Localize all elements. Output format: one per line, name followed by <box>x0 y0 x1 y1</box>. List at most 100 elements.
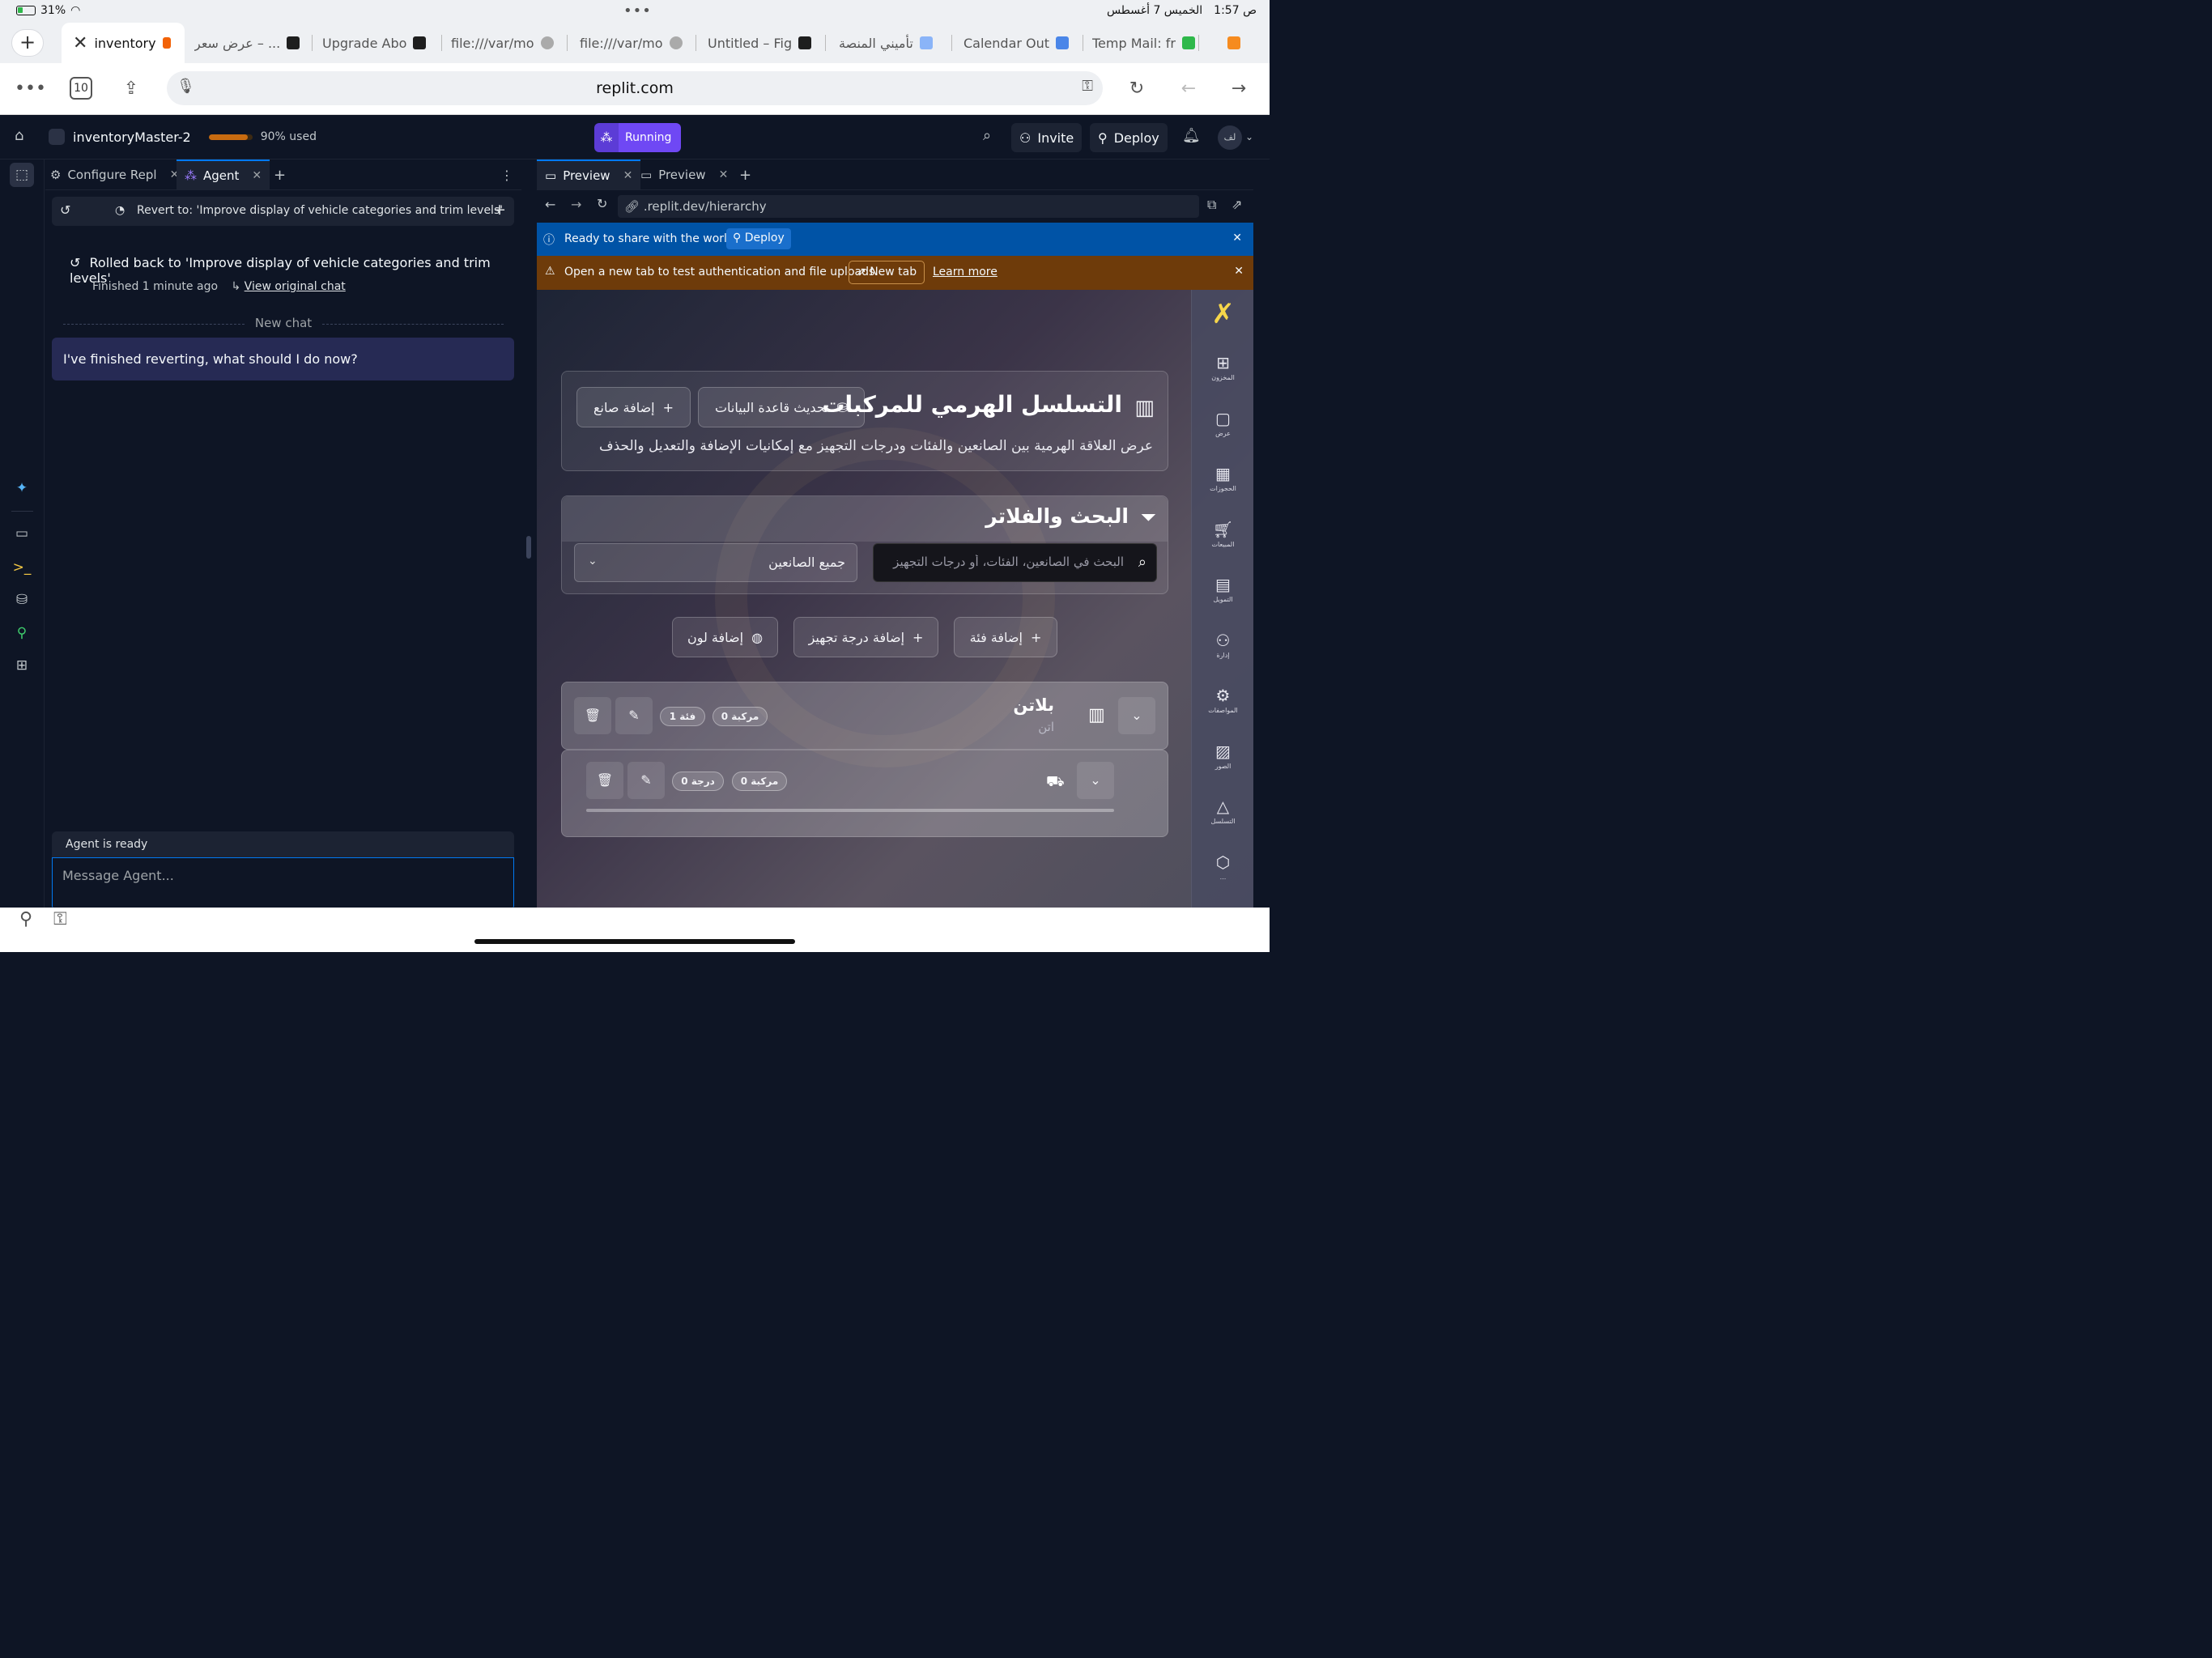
close-icon[interactable]: ✕ <box>719 168 729 181</box>
sidebar-item-4[interactable]: ▤ التمويل <box>1192 575 1253 603</box>
location-pin-icon[interactable]: ⚲ <box>19 909 32 929</box>
close-icon[interactable]: ✕ <box>1232 232 1242 244</box>
all-tools-icon[interactable]: ⊞ <box>10 653 34 678</box>
browser-tab[interactable]: تأميني المنصة <box>839 23 952 63</box>
new-tab-button[interactable]: ⇗ New tab <box>849 261 925 284</box>
reload-icon[interactable]: ↻ <box>597 196 607 211</box>
sidebar-item-1[interactable]: ▢ عرض <box>1192 409 1253 437</box>
sidebar-item-6[interactable]: ⚙ المواصفات <box>1192 686 1253 714</box>
run-button[interactable]: ⁂ Running <box>594 123 682 152</box>
chevron-down-icon[interactable]: ⌄ <box>1245 131 1253 142</box>
tab-configure-repl[interactable]: ⚙ Configure Repl ✕ <box>50 159 179 190</box>
shield-favicon-icon <box>919 36 933 49</box>
filters-title: البحث والفلاتر <box>985 504 1129 528</box>
file-tree-icon[interactable]: ⬚ <box>10 163 34 187</box>
home-icon[interactable]: ⌂ <box>15 127 23 144</box>
browser-tab[interactable]: عرض سعر – ... <box>194 23 313 63</box>
banner-deploy-button[interactable]: ⚲ Deploy <box>726 228 791 249</box>
key-icon[interactable]: ⚿ <box>1082 78 1093 95</box>
browser-tab[interactable]: Calendar Out <box>963 23 1083 63</box>
database-icon[interactable]: ⛁ <box>10 588 34 612</box>
revert-text[interactable]: Revert to: 'Improve display of vehicle c… <box>137 204 503 217</box>
auth-warning-text: Open a new tab to test authentication an… <box>564 266 878 278</box>
add-color-button[interactable]: إضافة لون ◍ <box>672 617 778 657</box>
address-bar[interactable]: 🎙︎ replit.com ⚿ <box>167 71 1103 105</box>
close-icon[interactable]: ✕ <box>1234 265 1244 278</box>
pane-resize-handle[interactable] <box>526 536 531 559</box>
avatar[interactable]: لف <box>1218 125 1242 150</box>
back-arrow-icon[interactable]: ← <box>545 197 555 212</box>
calendar-favicon-icon <box>1056 36 1070 49</box>
delete-category-button[interactable]: 🗑︎ <box>586 762 623 799</box>
sidebar-item-9[interactable]: ⬡... <box>1192 852 1253 881</box>
history-icon[interactable]: ↺ <box>60 202 70 218</box>
agent-icon[interactable]: ✦ <box>10 476 34 500</box>
app-logo[interactable]: ✗ <box>1192 296 1253 332</box>
sidebar-item-2[interactable]: ▦ الحجوزات <box>1192 464 1253 492</box>
browser-tab-inventory[interactable]: ✕ inventory <box>62 23 185 63</box>
forward-arrow-icon[interactable]: → <box>571 197 581 212</box>
multitask-dots[interactable]: ••• <box>623 2 652 19</box>
close-tab-icon[interactable]: ✕ <box>73 33 87 53</box>
tab-count-button[interactable]: 10 <box>70 77 92 100</box>
add-tab-button[interactable]: + <box>274 159 286 190</box>
add-tab-button[interactable]: + <box>739 159 751 190</box>
preview-icon[interactable]: ▭ <box>10 521 34 546</box>
maker-select[interactable]: جميع الصانعين ⌄ <box>574 543 857 582</box>
edit-maker-button[interactable]: ✎ <box>615 697 653 734</box>
project-name[interactable]: inventoryMaster-2 <box>73 130 191 145</box>
delete-maker-button[interactable]: 🗑︎ <box>574 697 611 734</box>
reload-icon[interactable]: ↻ <box>1122 74 1151 104</box>
refresh-database-button[interactable]: تحديث قاعدة البيانات ⛁ <box>698 387 865 427</box>
share-icon[interactable]: ⇪ <box>117 74 146 104</box>
sidebar-item-7[interactable]: ▨ الصور <box>1192 742 1253 770</box>
expand-category-button[interactable]: ⌄ <box>1077 762 1114 799</box>
browser-tab[interactable]: file:///var/mo <box>580 23 696 63</box>
close-icon[interactable]: ✕ <box>623 169 633 182</box>
more-vertical-icon[interactable]: ⋮ <box>500 159 513 190</box>
browser-tab[interactable] <box>1227 23 1252 63</box>
close-icon[interactable]: ✕ <box>252 169 262 182</box>
browser-tab[interactable]: Upgrade Abo <box>322 23 442 63</box>
sidebar-item-8[interactable]: △ التسلسل <box>1192 797 1253 825</box>
add-color-label: إضافة لون <box>687 629 744 645</box>
search-input[interactable]: ⌕ البحث في الصانعين، الفئات، أو درجات ال… <box>873 543 1157 582</box>
home-indicator[interactable] <box>474 939 795 944</box>
shell-icon[interactable]: >_ <box>10 555 34 580</box>
add-maker-button[interactable]: إضافة صانع + <box>576 387 691 427</box>
learn-more-link[interactable]: Learn more <box>933 266 998 278</box>
tab-agent[interactable]: ⁂ Agent ✕ <box>177 159 270 190</box>
back-arrow-icon[interactable]: ← <box>1174 74 1203 104</box>
external-link-icon: ⇗ <box>857 266 866 278</box>
more-icon[interactable]: ••• <box>15 74 46 104</box>
browser-tab-label: Untitled – Fig <box>708 35 793 51</box>
search-icon[interactable]: ⌕ <box>983 127 991 144</box>
invite-button[interactable]: ⚇ Invite <box>1011 123 1083 152</box>
expand-maker-button[interactable]: ⌄ <box>1118 697 1155 734</box>
message-input[interactable]: Message Agent... <box>52 857 514 908</box>
devices-icon[interactable]: ⧉ <box>1207 197 1216 213</box>
browser-tab[interactable]: file:///var/mo <box>451 23 568 63</box>
external-link-icon[interactable]: ⇗ <box>1231 197 1242 212</box>
view-original-chat-link[interactable]: View original chat <box>245 280 346 293</box>
tab-preview-1[interactable]: ▭ Preview ✕ <box>537 159 641 190</box>
sidebar-item-3[interactable]: 🛒︎ المبيعات <box>1192 520 1253 548</box>
sidebar-item-5[interactable]: ⚇ إدارة <box>1192 631 1253 659</box>
add-trim-button[interactable]: إضافة درجة تجهيز + <box>793 617 938 657</box>
tab-preview-2[interactable]: ▭ Preview ✕ <box>640 159 728 190</box>
add-category-button[interactable]: إضافة فئة + <box>954 617 1057 657</box>
deploy-button[interactable]: ⚲ Deploy <box>1090 123 1168 152</box>
preview-url-field[interactable]: 🔗︎ .replit.dev/hierarchy <box>618 195 1199 218</box>
browser-tab-label: Calendar Out <box>963 35 1050 51</box>
deployments-icon[interactable]: ⚲ <box>10 621 34 645</box>
key-icon[interactable]: ⚿ <box>53 909 67 929</box>
sidebar-item-0[interactable]: ⊞ المخزون <box>1192 353 1253 381</box>
browser-tab[interactable]: Untitled – Fig <box>708 23 826 63</box>
bell-icon[interactable]: 🔔︎ <box>1182 127 1201 144</box>
new-tab-button[interactable]: + <box>11 29 44 57</box>
edit-category-button[interactable]: ✎ <box>627 762 665 799</box>
browser-tab[interactable]: Temp Mail: fr <box>1092 23 1199 63</box>
forward-arrow-icon[interactable]: → <box>1224 74 1253 104</box>
new-chat-button[interactable]: + <box>493 201 506 219</box>
filter-icon: ⏷ <box>1140 506 1156 529</box>
